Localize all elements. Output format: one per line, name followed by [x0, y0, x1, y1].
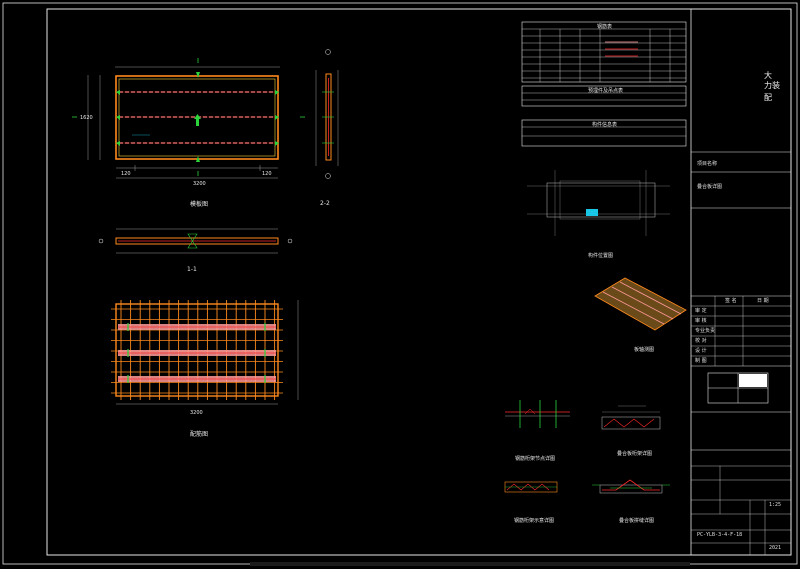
- plan-view-caption: 模板图: [190, 201, 209, 208]
- section-1-1-caption: 1-1: [187, 266, 197, 273]
- section-2-2-caption: 2-2: [320, 200, 330, 207]
- drawing-scale: 1:25: [769, 502, 782, 508]
- detail-d-caption: 叠合板拼缝详图: [619, 518, 655, 524]
- project-label: 项目名称: [697, 161, 718, 167]
- cad-drawing-sheet: [0, 0, 800, 569]
- horizontal-scrollbar[interactable]: [250, 562, 690, 566]
- company-line-4: 配: [764, 93, 772, 102]
- col-a-header: 签 名: [725, 298, 737, 304]
- row-label-6: 制 图: [695, 358, 707, 364]
- drawing-date: 2021: [769, 545, 782, 551]
- embed-table-title: 预埋件及吊点表: [588, 88, 624, 94]
- drawing-name: 叠合板详图: [697, 184, 723, 190]
- plan-right-dim: 120: [262, 171, 272, 177]
- row-label-5: 设 计: [695, 348, 707, 354]
- rebar-table-title: 钢筋表: [597, 24, 613, 30]
- iso-view-caption: 板轴测图: [634, 347, 655, 353]
- plan-total-dim: 3200: [193, 181, 206, 187]
- row-label-2: 审 核: [695, 318, 707, 324]
- col-b-header: 日 期: [757, 298, 769, 304]
- sheet-code: PC-YLB-3-4-F-18: [697, 532, 743, 538]
- rebar-total-dim: 3200: [190, 410, 203, 416]
- detail-c-caption: 钢筋桁架示意详图: [514, 518, 555, 524]
- detail-b-caption: 叠合板桁架详图: [617, 451, 653, 457]
- location-plan-caption: 构件位置图: [588, 253, 614, 259]
- row-label-3: 专业负责: [695, 328, 716, 334]
- company-line-2: 力: [764, 81, 772, 90]
- row-label-4: 校 对: [695, 338, 707, 344]
- plan-height-dim: 1620: [80, 115, 93, 121]
- row-label-1: 审 定: [695, 308, 707, 314]
- component-table-title: 构件信息表: [592, 122, 618, 128]
- rebar-view-caption: 配筋图: [190, 431, 209, 438]
- plan-left-dim: 120: [121, 171, 131, 177]
- detail-a-caption: 钢筋桁架节点详图: [515, 456, 556, 462]
- company-line-3: 装: [772, 81, 780, 90]
